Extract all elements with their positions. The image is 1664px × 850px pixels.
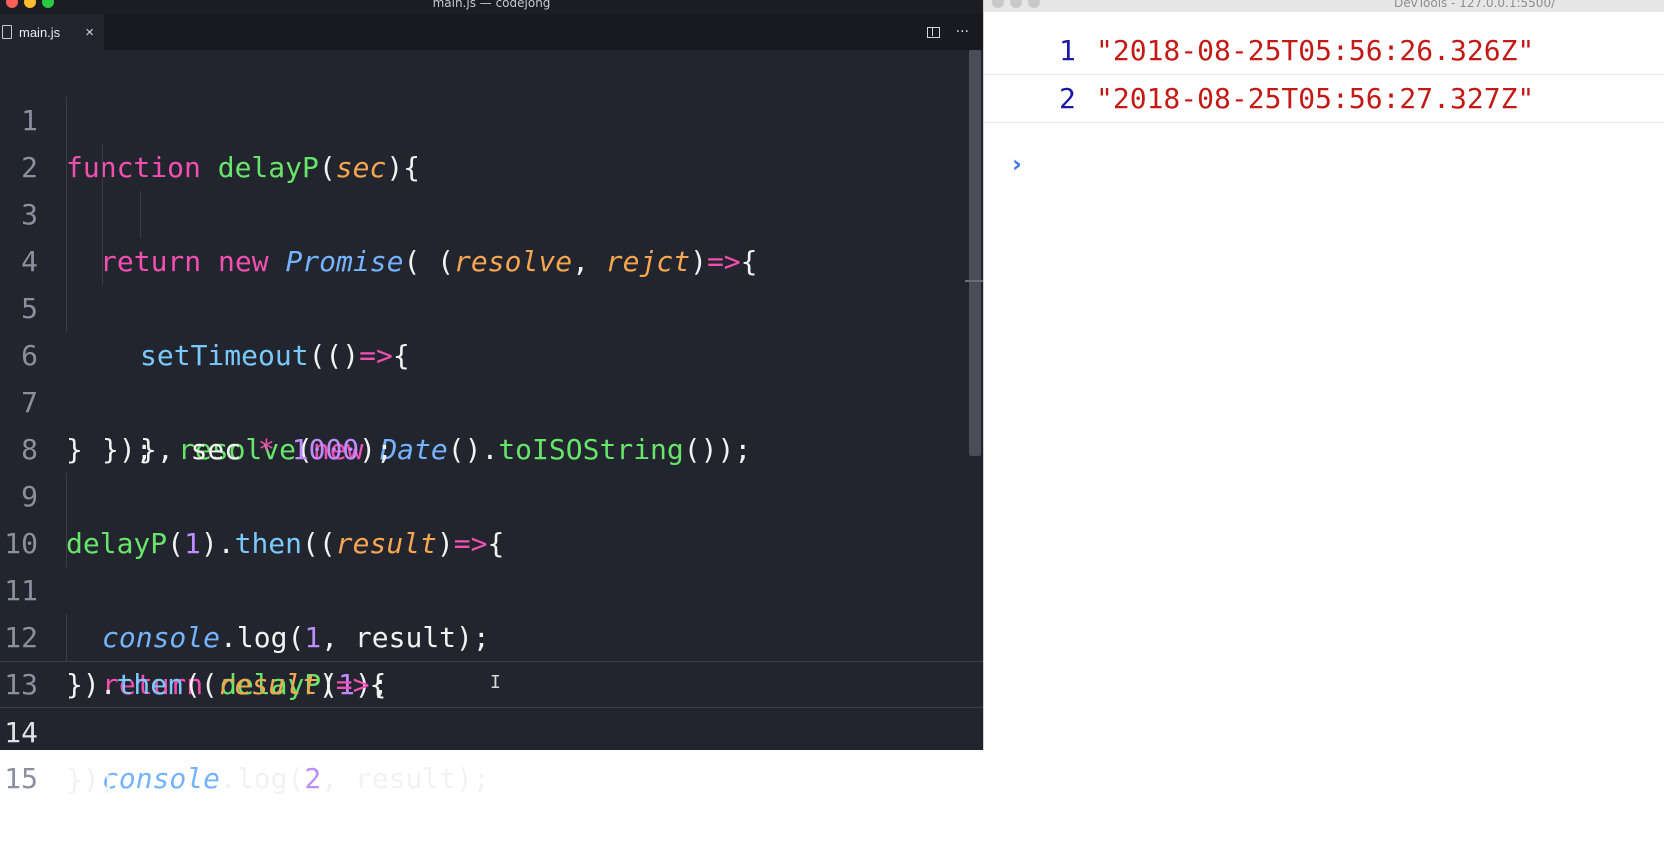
editor-titlebar: main.js — codejong — [0, 0, 983, 14]
devtools-window-title: DevTools - 127.0.0.1:5500/ — [1394, 0, 1556, 10]
indent-guide — [140, 191, 141, 238]
code-area[interactable]: 1 function delayP(sec){ 2 return new Pro… — [0, 50, 983, 796]
split-editor-icon[interactable] — [926, 26, 940, 38]
token: console — [102, 762, 221, 795]
code-editor[interactable]: main.js — codejong main.js × ··· 1 funct… — [0, 0, 983, 796]
tab-label: main.js — [19, 24, 61, 40]
indent-guide — [66, 614, 67, 661]
console-prompt-icon[interactable]: › — [1012, 150, 1022, 178]
token: 2 — [304, 762, 322, 795]
close-tab-icon[interactable]: × — [85, 24, 94, 41]
indent-guide — [66, 238, 67, 285]
minimize-window-icon[interactable] — [1010, 0, 1022, 8]
log-string: "2018-08-25T05:56:27.327Z" — [1096, 82, 1535, 115]
close-window-icon[interactable] — [6, 0, 18, 8]
indent-guide — [66, 97, 67, 144]
indent-guide — [102, 191, 103, 238]
zoom-window-icon[interactable] — [42, 0, 54, 8]
close-window-icon[interactable] — [992, 0, 1004, 8]
token: , result); — [321, 762, 490, 795]
code-line: 12 }).then((result)=>{ — [0, 567, 983, 701]
indent-guide — [102, 144, 103, 191]
log-number: 1 — [1059, 34, 1076, 67]
indent-guide — [66, 191, 67, 238]
devtools-console[interactable]: DevTools - 127.0.0.1:5500/ 1 "2018-08-25… — [983, 0, 1664, 750]
code-line: 6 }); — [0, 285, 983, 466]
code-line: 4 resolve(new Date().toISOString()); — [0, 191, 983, 466]
token: .log( — [220, 762, 305, 795]
code-line: 15 — [0, 708, 983, 795]
indent-guide — [66, 520, 67, 567]
editor-window-title: main.js — codejong — [432, 0, 551, 10]
indent-guide — [102, 238, 103, 285]
log-string: "2018-08-25T05:56:26.326Z" — [1096, 34, 1535, 67]
zoom-window-icon[interactable] — [1028, 0, 1040, 8]
code-line: 11 return delayP(1); — [0, 520, 983, 701]
code-line: 2 return new Promise( (resolve, rejct)=>… — [0, 97, 983, 278]
tab-main-js[interactable]: main.js × — [0, 14, 104, 50]
minimize-window-icon[interactable] — [24, 0, 36, 8]
text-cursor-icon: I — [490, 672, 501, 693]
console-log-entry: 2 "2018-08-25T05:56:27.327Z" — [984, 76, 1664, 123]
code-line: 9 delayP(1).then((result)=>{ — [0, 426, 983, 560]
code-line: 5 }, sec * 1000); — [0, 238, 983, 466]
scroll-position-marker — [965, 280, 983, 282]
code-text: console.log(2, result); — [102, 755, 490, 802]
code-line: 10 console.log(1, result); — [0, 473, 983, 654]
tab-bar: main.js × ··· — [0, 14, 983, 50]
line-number: 15 — [4, 762, 38, 795]
indent-guide — [66, 473, 67, 520]
editor-actions: ··· — [926, 14, 969, 50]
log-number: 2 — [1059, 82, 1076, 115]
console-log-entry: 1 "2018-08-25T05:56:26.326Z" — [984, 28, 1664, 75]
devtools-titlebar: DevTools - 127.0.0.1:5500/ — [984, 0, 1664, 12]
editor-scrollbar[interactable] — [969, 50, 981, 456]
indent-guide — [66, 144, 67, 191]
code-line: 13 console.log(2, result); — [0, 614, 983, 795]
code-line: 1 function delayP(sec){ — [0, 50, 983, 184]
code-line: 7 } — [0, 332, 983, 466]
code-line: 8 — [0, 379, 983, 466]
more-actions-icon[interactable]: ··· — [956, 24, 969, 40]
file-icon — [2, 25, 12, 39]
indent-guide — [66, 285, 67, 332]
code-line: 3 setTimeout(()=>{ — [0, 144, 983, 372]
